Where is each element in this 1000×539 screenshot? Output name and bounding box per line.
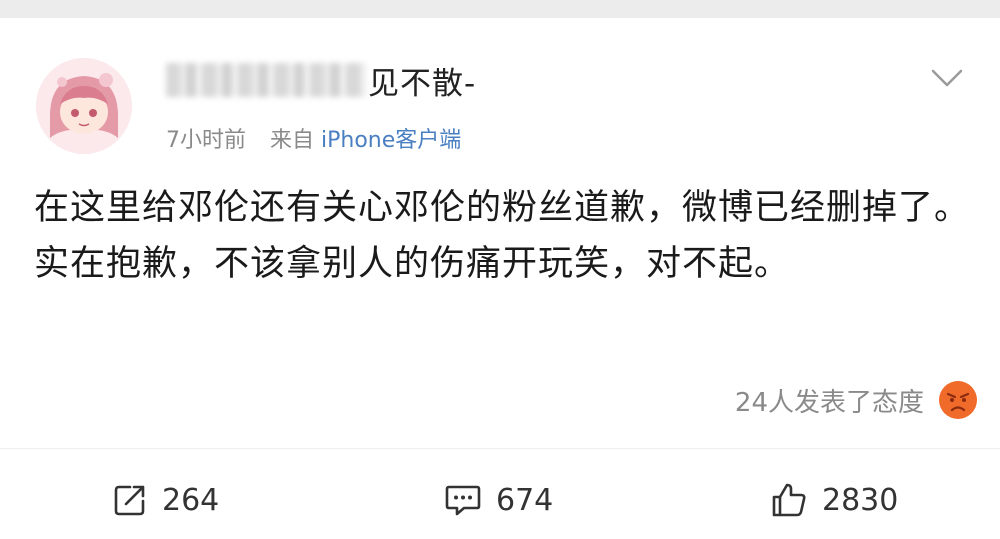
- repost-button[interactable]: 264: [112, 470, 219, 530]
- username-redacted-blur: [166, 63, 366, 97]
- weibo-post-card: 见不散- 7小时前 来自 iPhone客户端 在这里给邓伦还有关心邓伦的粉丝道歉…: [0, 0, 1000, 539]
- attitude-summary[interactable]: 24人发表了态度: [735, 380, 978, 420]
- thumbs-up-icon: [772, 483, 806, 517]
- post-body-line-1: 在这里给邓伦还有关心邓伦的粉丝道歉，微博已经删掉了。: [34, 188, 971, 228]
- device-link[interactable]: iPhone客户端: [321, 128, 461, 153]
- username-visible-text: 见不散-: [368, 65, 477, 102]
- angry-face-icon: [939, 381, 977, 419]
- top-divider-strip: [0, 0, 1000, 18]
- action-bar-divider: [0, 448, 1000, 449]
- username[interactable]: 见不散-: [166, 58, 476, 102]
- repost-count: 264: [162, 482, 220, 518]
- post-body: 在这里给邓伦还有关心邓伦的粉丝道歉，微博已经删掉了。 实在抱歉，不该拿别人的伤痛…: [34, 180, 974, 292]
- post-timestamp: 7小时前: [166, 128, 246, 153]
- comment-count: 674: [496, 482, 554, 518]
- attitude-count-text: 24人发表了态度: [734, 387, 924, 418]
- like-count: 2830: [822, 482, 899, 518]
- source-prefix: 来自: [270, 128, 315, 153]
- post-meta: 7小时前 来自 iPhone客户端: [166, 122, 461, 154]
- share-icon: [114, 485, 145, 516]
- like-button[interactable]: 2830: [770, 470, 898, 530]
- chevron-down-icon[interactable]: [930, 66, 964, 90]
- avatar[interactable]: [36, 58, 132, 154]
- action-bar: 264 674 2830: [0, 470, 1000, 530]
- comment-icon: [445, 485, 481, 516]
- comment-button[interactable]: 674: [444, 470, 553, 530]
- avatar-anime-girl-icon: [36, 58, 132, 154]
- post-body-line-2: 实在抱歉，不该拿别人的伤痛开玩笑，对不起。: [34, 244, 791, 284]
